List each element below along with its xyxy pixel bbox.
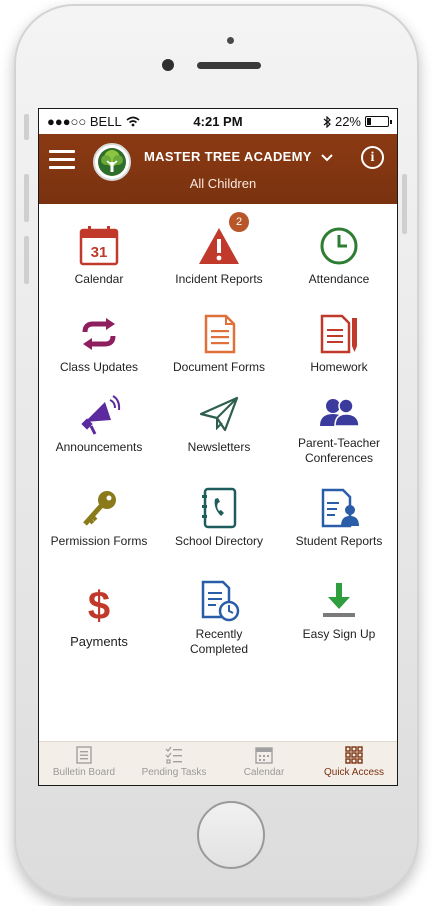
clock: 4:21 PM [193, 114, 243, 129]
tile-incident-reports[interactable]: 2 Incident Reports [159, 212, 279, 287]
megaphone-icon [81, 395, 121, 435]
tree-logo-icon [98, 148, 126, 176]
clock-icon [320, 227, 358, 265]
mute-switch [24, 114, 29, 140]
recent-icon [201, 580, 240, 622]
tile-label: Payments [70, 634, 128, 649]
paper-plane-icon [199, 396, 239, 432]
bulletin-icon [76, 746, 92, 764]
tile-document-forms[interactable]: Document Forms [159, 312, 279, 375]
tile-label: Student Reports [295, 534, 383, 548]
tasks-icon [165, 746, 182, 764]
volume-down-button [24, 236, 29, 284]
tile-label: Incident Reports [175, 272, 263, 286]
tile-label: Attendance [308, 272, 370, 286]
proximity-sensor [227, 37, 234, 44]
tile-easy-sign-up[interactable]: Easy Sign Up [279, 579, 397, 642]
tile-calendar[interactable]: 31 Calendar [39, 224, 159, 287]
status-bar: ●●●○○ BELL 4:21 PM 22% [39, 109, 397, 134]
tile-label: Recently Completed [189, 627, 249, 656]
calendar-icon: 31 [79, 226, 119, 266]
tile-label: Parent-Teacher Conferences [297, 436, 381, 465]
tile-label: Document Forms [172, 360, 266, 374]
battery-icon [365, 116, 392, 127]
tile-label: Permission Forms [50, 534, 148, 548]
tab-calendar[interactable]: Calendar [219, 742, 309, 785]
tile-payments[interactable]: $ Payments [39, 584, 159, 649]
tile-permission-forms[interactable]: Permission Forms [39, 486, 159, 549]
key-icon [83, 491, 116, 526]
calendar-day: 31 [91, 244, 108, 261]
tile-label: Class Updates [59, 360, 139, 374]
child-selector-label[interactable]: All Children [39, 176, 397, 191]
info-icon[interactable]: i [361, 146, 384, 169]
phone-book-icon [202, 487, 237, 529]
chevron-down-icon[interactable] [321, 150, 333, 165]
tile-homework[interactable]: Homework [279, 312, 397, 375]
tile-label: Easy Sign Up [302, 627, 376, 641]
front-camera [162, 59, 174, 71]
document-icon [204, 314, 236, 354]
dollar-icon: $ [87, 584, 111, 628]
app-header: MASTER TREE ACADEMY All Children i [39, 134, 397, 204]
hamburger-menu-icon[interactable] [49, 150, 75, 170]
tile-label: Calendar [74, 272, 124, 286]
tab-quick-access[interactable]: Quick Access [309, 742, 397, 785]
bottom-tab-bar: Bulletin Board Pending Tasks Calendar Qu… [39, 741, 397, 785]
power-button [402, 174, 407, 234]
tab-pending-tasks[interactable]: Pending Tasks [129, 742, 219, 785]
tile-attendance[interactable]: Attendance [279, 224, 397, 287]
tab-bulletin-board[interactable]: Bulletin Board [39, 742, 129, 785]
battery-fill [367, 118, 371, 125]
tile-label: Homework [310, 360, 368, 374]
tile-parent-teacher-conferences[interactable]: Parent-Teacher Conferences [279, 392, 397, 466]
earpiece-speaker [197, 62, 261, 69]
tile-label: Announcements [55, 440, 143, 454]
tile-newsletters[interactable]: Newsletters [159, 392, 279, 455]
tab-label: Quick Access [323, 767, 385, 778]
tile-recently-completed[interactable]: Recently Completed [159, 579, 279, 657]
tile-label: School Directory [174, 534, 264, 548]
users-icon [320, 398, 360, 427]
calendar-tab-icon [255, 747, 273, 764]
app-screen: ●●●○○ BELL 4:21 PM 22% MASTER TREE ACADE… [38, 108, 398, 786]
tab-label: Bulletin Board [52, 767, 116, 778]
notification-badge: 2 [229, 212, 249, 232]
tab-label: Calendar [243, 767, 285, 778]
tab-label: Pending Tasks [141, 767, 207, 778]
home-button[interactable] [197, 801, 265, 869]
download-icon [323, 583, 355, 617]
tile-student-reports[interactable]: Student Reports [279, 486, 397, 549]
tile-school-directory[interactable]: School Directory [159, 486, 279, 549]
tile-label: Newsletters [187, 440, 251, 454]
sync-icon [82, 318, 116, 350]
tile-announcements[interactable]: Announcements [39, 392, 159, 455]
school-name[interactable]: MASTER TREE ACADEMY [144, 149, 312, 164]
tile-class-updates[interactable]: Class Updates [39, 312, 159, 375]
grid-icon [345, 746, 363, 764]
report-icon [321, 488, 359, 528]
volume-up-button [24, 174, 29, 222]
homework-icon [320, 314, 357, 354]
